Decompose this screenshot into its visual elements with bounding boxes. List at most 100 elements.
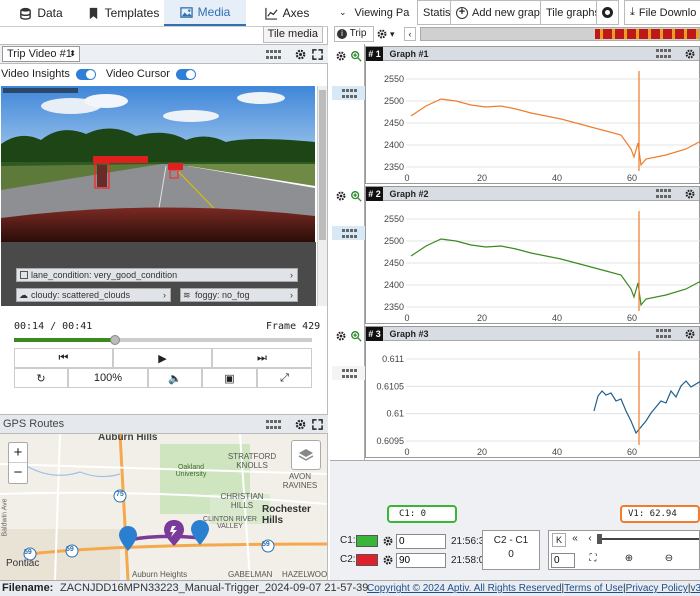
replay-button[interactable]: ↻ [14, 368, 68, 388]
map-zoom-out-button[interactable]: − [9, 463, 27, 483]
timeline-scroll-left[interactable]: ‹ [404, 27, 416, 41]
graph-series-row[interactable] [332, 226, 365, 240]
filename-label: Filename: [2, 582, 54, 594]
graph-title: Graph #3 [389, 329, 429, 339]
drag-handle-icon[interactable] [656, 49, 672, 59]
drag-handle-icon[interactable] [266, 50, 282, 60]
gear-icon[interactable] [335, 50, 347, 62]
map-label-rochester-hills: Rochester Hills [262, 504, 311, 526]
trip-settings[interactable]: ▾ [376, 26, 404, 42]
gear-icon[interactable] [684, 48, 696, 60]
gear-icon[interactable] [684, 188, 696, 200]
gear-icon[interactable] [335, 190, 347, 202]
fit-button[interactable]: ⛶ [583, 553, 603, 568]
chevron-down-icon[interactable]: ⌄ [339, 7, 347, 18]
graph-plot[interactable]: 2550 2500 2450 2400 23500 20 40 60 [366, 61, 700, 185]
terms-link[interactable]: Terms of Use [564, 583, 623, 594]
graph-plot[interactable]: 0.611 0.6105 0.61 0.60950 20 40 60 [366, 341, 700, 459]
step-back-button[interactable]: ‹ [584, 533, 596, 547]
first-button[interactable]: K [552, 533, 566, 547]
zoom-in-icon[interactable] [350, 190, 362, 202]
x-tick-label: 0 [404, 313, 409, 323]
gear-icon[interactable] [382, 535, 394, 547]
cursor-nav-input[interactable] [551, 553, 575, 568]
tab-media[interactable]: Media [164, 0, 246, 26]
map-label-clinton-river: Clinton River Valley [203, 516, 257, 530]
tab-templates[interactable]: Templates [82, 0, 164, 26]
file-download-button[interactable]: ⤓ File Downlo [624, 0, 700, 25]
graph-plot[interactable]: 2550 2500 2450 2400 23500 20 40 60 [366, 201, 700, 325]
chip-lane-condition[interactable]: lane_condition: very_good_condition › [16, 268, 298, 282]
video-frame[interactable] [1, 86, 315, 242]
drag-handle-icon[interactable] [342, 369, 357, 379]
privacy-link[interactable]: Privacy Policy [626, 583, 688, 594]
c1-color-swatch[interactable] [356, 535, 378, 547]
trip-timeline[interactable] [420, 27, 700, 41]
chip-foggy[interactable]: ≋ foggy: no_fog › [180, 288, 298, 302]
gear-icon[interactable] [292, 46, 308, 62]
graph-series-row[interactable] [332, 366, 365, 380]
c1-value-input[interactable] [396, 534, 446, 549]
version-link[interactable]: v3.10.0 [691, 583, 700, 594]
c1-label: C1: [340, 535, 356, 546]
drag-handle-icon[interactable] [656, 329, 672, 339]
map-layers-button[interactable] [291, 440, 321, 470]
volume-button[interactable]: 🔈 [148, 368, 202, 388]
graph-series-row[interactable] [332, 86, 365, 100]
graph-panel: # 2 Graph #2 2550 2500 2450 2400 2350 0 20 40 60 [365, 186, 700, 324]
cursor-slider-handle[interactable] [597, 534, 602, 544]
gear-icon[interactable] [382, 554, 394, 566]
playback-speed-button[interactable]: 100% [68, 368, 148, 388]
video-progress-handle[interactable] [110, 335, 121, 345]
trip-video-select-value: Trip Video #1 [7, 48, 72, 60]
trip-event-markers [595, 29, 699, 39]
rewind-button[interactable]: « [568, 533, 582, 547]
chip-cloudy[interactable]: ☁ cloudy: scattered_clouds › [16, 288, 171, 302]
map-label-auburn-heights: Auburn Heights [132, 570, 188, 579]
gear-icon[interactable] [292, 416, 308, 432]
media-scrollbar-thumb[interactable] [319, 90, 326, 240]
cursor-slider[interactable] [599, 538, 699, 540]
video-insights-toggle[interactable] [75, 68, 96, 80]
expand-icon[interactable] [309, 46, 325, 62]
left-pane: Data Templates Media Axes Tile media Tri… [0, 0, 328, 580]
video-progress-track[interactable] [14, 335, 312, 345]
zoom-in-button[interactable]: ⊕ [619, 553, 639, 568]
media-scrollbar[interactable] [317, 86, 327, 306]
trip-video-select[interactable]: Trip Video #1 ⬍ [2, 46, 80, 62]
previous-frame-button[interactable]: ⏮ [14, 348, 113, 368]
map-zoom-in-button[interactable]: + [9, 443, 27, 463]
picture-in-picture-button[interactable]: ▣ [202, 368, 257, 388]
tab-axes[interactable]: Axes [246, 0, 328, 26]
drag-handle-icon[interactable] [266, 420, 282, 430]
graph-side-controls [330, 46, 365, 184]
zoom-in-icon[interactable] [350, 50, 362, 62]
c2-value-input[interactable] [396, 553, 446, 568]
c2-color-swatch[interactable] [356, 554, 378, 566]
add-graph-button[interactable]: + Add new graph [450, 0, 552, 25]
chevron-right-icon: › [290, 270, 293, 280]
zoom-in-icon[interactable] [350, 330, 362, 342]
map-zoom-controls: + − [8, 442, 28, 484]
copyright-link[interactable]: Copyright © 2024 Aptiv. All Rights Reser… [367, 583, 562, 594]
drag-handle-icon[interactable] [656, 189, 672, 199]
gps-map[interactable]: + − Auburn Hills Stratford Knolls Avon R… [0, 434, 327, 580]
series-line [593, 380, 700, 435]
y-tick-label: 0.611 [382, 354, 404, 364]
trip-info[interactable]: i Trip [334, 26, 374, 42]
map-label-baldwin: Baldwin Ave [1, 498, 9, 537]
drag-handle-icon[interactable] [342, 229, 357, 239]
drag-handle-icon[interactable] [342, 89, 357, 99]
next-frame-button[interactable]: ⏭ [212, 348, 312, 368]
tile-media-button[interactable]: Tile media [262, 26, 323, 43]
tab-data[interactable]: Data [0, 0, 82, 26]
expand-icon[interactable] [309, 416, 325, 432]
video-cursor-toggle[interactable] [175, 68, 196, 80]
gear-icon[interactable] [684, 328, 696, 340]
zoom-out-button[interactable]: ⊖ [659, 553, 679, 568]
plus-circle-icon: + [456, 6, 468, 19]
gear-icon[interactable] [335, 330, 347, 342]
fullscreen-button[interactable]: ⤢ [257, 368, 312, 388]
play-button[interactable]: ▶ [113, 348, 212, 368]
record-button[interactable] [596, 0, 619, 25]
